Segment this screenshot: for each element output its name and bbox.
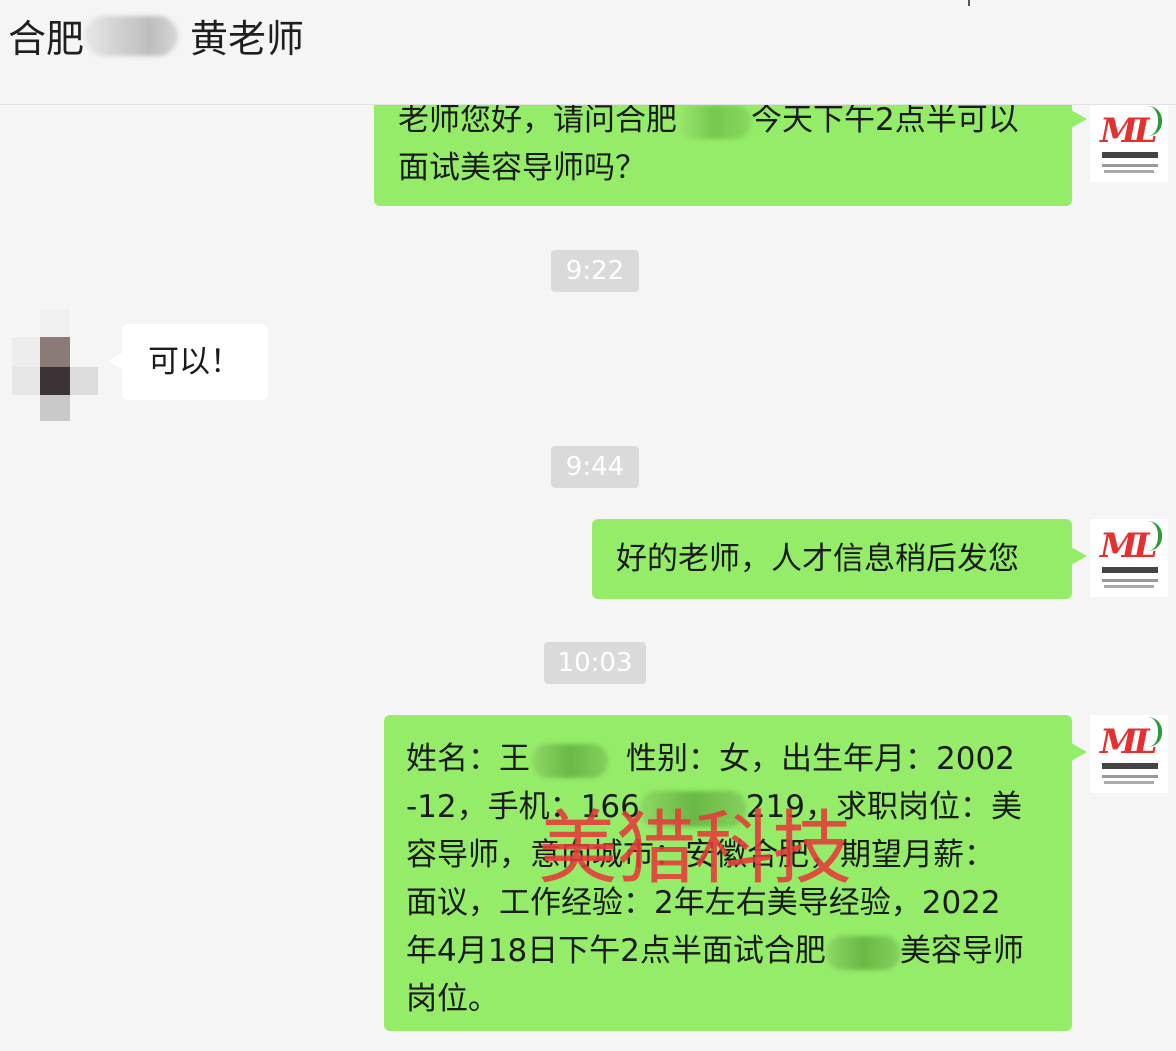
- message-line: 面试美容导师吗？: [398, 150, 646, 186]
- self-avatar-icon[interactable]: ML: [1090, 104, 1168, 182]
- message-line: 岗位。: [406, 981, 499, 1017]
- logo-swirl: [1142, 106, 1162, 136]
- logo-caption: [1102, 567, 1158, 573]
- message-line: 老师您好，请问合肥 今天下午2点半可以: [398, 104, 1019, 139]
- redacted-text-mask: [532, 743, 608, 778]
- logo-phone-line: [1104, 170, 1154, 173]
- timestamp: 9:44: [551, 446, 639, 488]
- timestamp: 9:22: [551, 250, 639, 292]
- timestamp: 10:03: [544, 642, 646, 684]
- message-bubble-outgoing[interactable]: 好的老师，人才信息稍后发您: [592, 519, 1087, 599]
- logo-phone-line: [1104, 781, 1154, 784]
- redacted-name-mask: [84, 15, 179, 56]
- window-edge-mark: [968, 0, 970, 6]
- redacted-text-mask: [677, 104, 751, 139]
- logo-caption: [1102, 152, 1158, 158]
- contact-avatar-icon[interactable]: [12, 309, 98, 421]
- message-text: 可以！: [148, 344, 241, 380]
- message-line: 姓名：王 性别：女，出生年月：2002: [406, 741, 1015, 778]
- message-line: 年4月18日下午2点半面试合肥 美容导师: [406, 933, 1024, 970]
- logo-swirl: [1142, 717, 1162, 747]
- logo-url-line: [1102, 775, 1158, 778]
- message-list[interactable]: 老师您好，请问合肥 今天下午2点半可以 面试美容导师吗？ ML 9:22 可以！ …: [0, 104, 1176, 1051]
- logo-swirl: [1142, 521, 1162, 551]
- self-avatar-icon[interactable]: ML: [1090, 519, 1168, 597]
- watermark-text: 美猎科技: [538, 802, 852, 895]
- logo-url-line: [1102, 579, 1158, 582]
- chat-title[interactable]: 合肥 黄老师: [8, 8, 304, 63]
- message-bubble-incoming[interactable]: 可以！: [108, 324, 268, 400]
- self-avatar-icon[interactable]: ML: [1090, 715, 1168, 793]
- redacted-text-mask: [825, 935, 900, 970]
- chat-header: 合肥 黄老师: [0, 0, 1176, 105]
- chat-title-prefix: 合肥: [8, 17, 85, 61]
- message-bubble-outgoing[interactable]: 老师您好，请问合肥 今天下午2点半可以 面试美容导师吗？: [374, 104, 1087, 206]
- logo-url-line: [1102, 164, 1158, 167]
- chat-title-suffix: 黄老师: [190, 17, 305, 61]
- message-text: 好的老师，人才信息稍后发您: [616, 541, 1019, 577]
- logo-phone-line: [1104, 585, 1154, 588]
- logo-caption: [1102, 763, 1158, 769]
